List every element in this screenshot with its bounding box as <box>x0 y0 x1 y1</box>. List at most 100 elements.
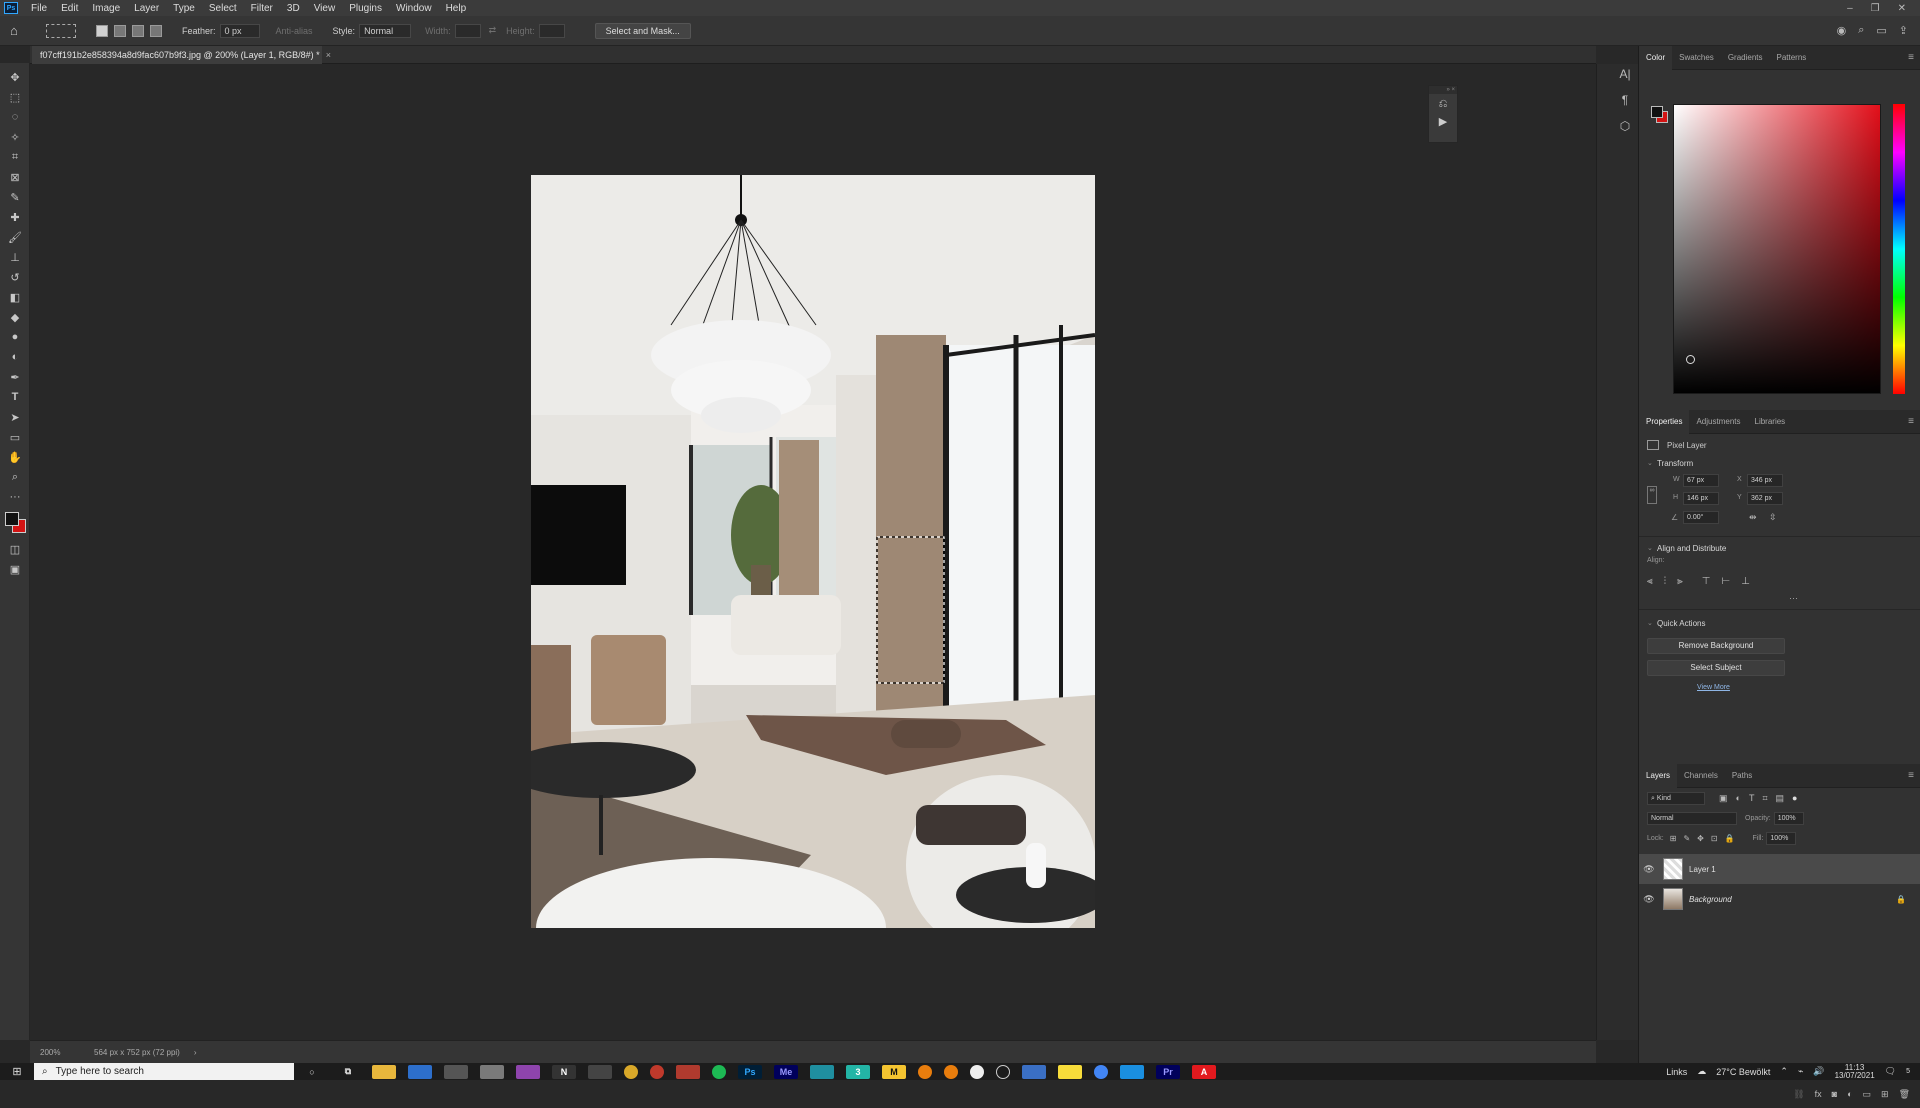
link-dimensions-icon[interactable]: ∞ <box>1647 486 1657 504</box>
swap-icon[interactable]: ⇄ <box>489 25 497 36</box>
close-window-button[interactable]: ✕ <box>1898 3 1906 14</box>
dodge-tool-icon[interactable]: ◐ <box>5 349 25 365</box>
eraser-tool-icon[interactable]: ◧ <box>5 289 25 305</box>
app-icon[interactable] <box>1022 1064 1046 1079</box>
menu-3d[interactable]: 3D <box>280 3 307 14</box>
view-more-link[interactable]: View More <box>1697 684 1920 691</box>
document-image[interactable] <box>531 175 1095 928</box>
history-icon[interactable]: ⎌ <box>1429 98 1457 111</box>
layer-name[interactable]: Background <box>1689 895 1732 904</box>
color-picker-cursor[interactable] <box>1686 355 1695 364</box>
app-icon[interactable] <box>516 1064 540 1079</box>
minimize-button[interactable]: – <box>1847 3 1853 14</box>
frame-tool-icon[interactable]: ⊠ <box>5 169 25 185</box>
premiere-icon[interactable]: Pr <box>1156 1064 1180 1079</box>
filter-smart-object-icon[interactable]: ▤ <box>1776 793 1785 804</box>
more-tools-icon[interactable]: ··· <box>5 489 25 505</box>
filter-type-icon[interactable]: T <box>1749 793 1755 803</box>
flip-vertical-icon[interactable]: ⇳ <box>1769 512 1777 523</box>
restore-button[interactable]: ❐ <box>1871 3 1880 14</box>
align-right-icon[interactable]: ⫸ <box>1677 576 1683 587</box>
fill-field[interactable]: 100% <box>1766 831 1797 845</box>
select-subject-button[interactable]: Select Subject <box>1647 660 1785 676</box>
taskbar-search-box[interactable]: ⌕ Type here to search <box>34 1063 294 1080</box>
filter-shape-icon[interactable]: ⌗ <box>1762 793 1767 804</box>
lock-transparent-icon[interactable]: ⊞ <box>1670 834 1677 843</box>
menu-image[interactable]: Image <box>85 3 127 14</box>
windows-start-icon[interactable]: ⊞ <box>0 1063 34 1080</box>
panel-menu-icon[interactable]: ≡ <box>1908 416 1920 427</box>
blend-mode-select[interactable]: Normal <box>1647 811 1737 825</box>
align-bottom-icon[interactable]: ⊥ <box>1741 576 1750 587</box>
network-icon[interactable]: ⌁ <box>1798 1066 1803 1077</box>
menu-filter[interactable]: Filter <box>244 3 280 14</box>
acrobat-icon[interactable]: A <box>1192 1064 1216 1079</box>
filter-adjustment-icon[interactable]: ◐ <box>1736 793 1741 803</box>
app-icon[interactable] <box>408 1064 432 1079</box>
lock-image-icon[interactable]: ✎ <box>1683 834 1690 843</box>
app-icon[interactable] <box>1120 1064 1144 1079</box>
home-icon[interactable]: ⌂ <box>10 23 32 38</box>
new-layer-icon[interactable]: ⊞ <box>1881 1089 1889 1100</box>
blur-tool-icon[interactable]: ● <box>5 329 25 345</box>
height-input[interactable] <box>538 23 565 38</box>
subtract-selection-icon[interactable] <box>132 24 144 37</box>
tab-properties[interactable]: Properties <box>1639 409 1690 434</box>
task-view-icon[interactable]: ⧉ <box>336 1065 360 1079</box>
lock-position-icon[interactable]: ✥ <box>1697 834 1704 843</box>
opacity-field[interactable]: 100% <box>1773 811 1804 825</box>
spotify-icon[interactable] <box>712 1064 726 1079</box>
zoom-tool-icon[interactable]: ⌕ <box>5 469 25 485</box>
app-icon[interactable] <box>676 1064 700 1079</box>
menu-help[interactable]: Help <box>439 3 474 14</box>
visibility-eye-icon[interactable]: 👁 <box>1639 894 1659 905</box>
app-icon[interactable] <box>970 1064 984 1079</box>
foreground-color-swatch[interactable] <box>5 512 19 526</box>
volume-icon[interactable]: 🔊 <box>1813 1066 1824 1077</box>
align-section-header[interactable]: ⌄ Align and Distribute <box>1639 541 1920 557</box>
blender-icon[interactable] <box>944 1064 958 1079</box>
tray-chevron-icon[interactable]: ⌃ <box>1780 1066 1788 1077</box>
hand-tool-icon[interactable]: ✋ <box>5 449 25 465</box>
type-tool-icon[interactable]: T <box>5 389 25 405</box>
marquee-tool-icon[interactable]: ⬚ <box>5 89 25 105</box>
app-icon[interactable] <box>588 1064 612 1079</box>
filter-kind-select[interactable]: ⌕ Kind <box>1647 791 1705 805</box>
intersect-selection-icon[interactable] <box>150 24 162 37</box>
menu-plugins[interactable]: Plugins <box>342 3 389 14</box>
close-tab-icon[interactable]: × <box>326 50 331 60</box>
angle-field[interactable]: 0.00° <box>1683 511 1719 524</box>
chrome-icon[interactable] <box>624 1064 638 1079</box>
search-icon[interactable]: ⌕ <box>1858 24 1864 37</box>
align-middle-v-icon[interactable]: ⊢ <box>1722 576 1731 587</box>
visibility-eye-icon[interactable]: 👁 <box>1639 864 1659 875</box>
hue-slider[interactable] <box>1893 104 1905 394</box>
magic-wand-tool-icon[interactable]: ✧ <box>5 129 25 145</box>
weather-text[interactable]: 27°C Bewölkt <box>1716 1067 1770 1077</box>
move-tool-icon[interactable]: ✥ <box>5 69 25 85</box>
tab-libraries[interactable]: Libraries <box>1748 410 1793 434</box>
pen-tool-icon[interactable]: ✒ <box>5 369 25 385</box>
cortana-icon[interactable]: ○ <box>300 1065 324 1079</box>
tab-color[interactable]: Color <box>1639 45 1673 70</box>
lasso-tool-icon[interactable]: ◌ <box>5 109 25 125</box>
flip-horizontal-icon[interactable]: ⇹ <box>1749 512 1757 523</box>
workspace-icon[interactable]: ▭ <box>1876 24 1886 37</box>
height-field[interactable]: 146 px <box>1683 492 1719 505</box>
layer-row-background[interactable]: 👁 Background 🔒 <box>1639 884 1920 914</box>
history-brush-tool-icon[interactable]: ↺ <box>5 269 25 285</box>
add-mask-icon[interactable]: ◙ <box>1832 1089 1837 1099</box>
lock-all-icon[interactable]: 🔒 <box>1725 834 1735 843</box>
file-explorer-icon[interactable] <box>372 1064 396 1079</box>
layer-name[interactable]: Layer 1 <box>1689 865 1716 874</box>
document-tab[interactable]: f07cff191b2e858394a8d9fac607b9f3.jpg @ 2… <box>32 46 331 64</box>
zoom-level[interactable]: 200% <box>40 1048 90 1057</box>
menu-edit[interactable]: Edit <box>54 3 85 14</box>
blender-icon[interactable] <box>918 1064 932 1079</box>
menu-window[interactable]: Window <box>389 3 439 14</box>
clock-date[interactable]: 13/07/2021 <box>1835 1071 1875 1080</box>
media-encoder-icon[interactable]: Me <box>774 1064 798 1079</box>
lock-artboard-icon[interactable]: ⊡ <box>1711 834 1718 843</box>
path-selection-tool-icon[interactable]: ➤ <box>5 409 25 425</box>
app-icon[interactable] <box>996 1064 1010 1079</box>
